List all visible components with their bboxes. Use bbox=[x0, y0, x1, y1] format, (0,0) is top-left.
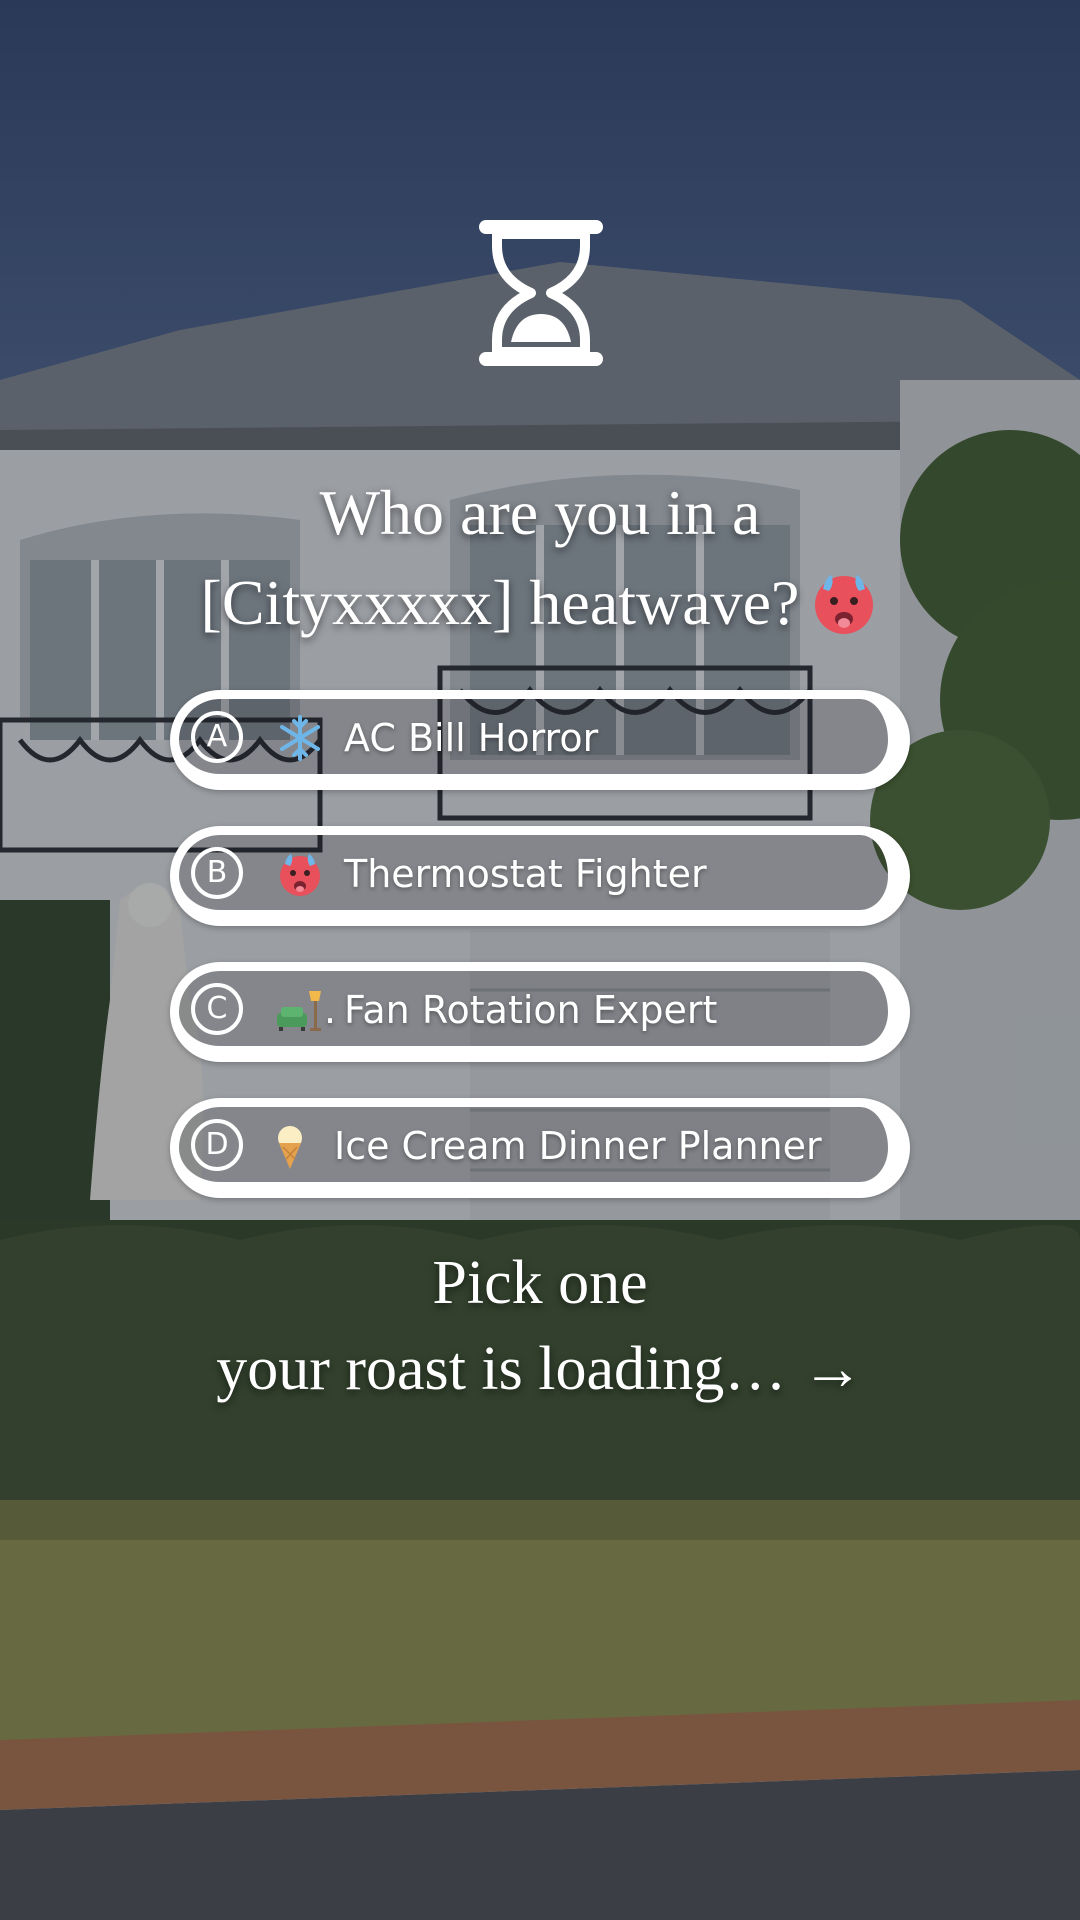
option-c-label: Fan Rotation Expert bbox=[344, 988, 718, 1032]
snowflake-icon bbox=[280, 715, 320, 761]
hourglass-icon bbox=[475, 218, 607, 368]
option-c-button[interactable]: C . Fan Rotation Expert bbox=[170, 962, 910, 1062]
option-a-label: AC Bill Horror bbox=[344, 716, 599, 760]
option-letter-d: D bbox=[191, 1119, 243, 1171]
ice-cream-icon bbox=[278, 1126, 302, 1169]
hot-face-icon bbox=[815, 575, 874, 635]
option-d-label: Ice Cream Dinner Planner bbox=[334, 1124, 822, 1168]
cta-line-2: your roast is loading… → bbox=[216, 1335, 864, 1403]
option-letter-c: C bbox=[191, 983, 243, 1035]
option-d-button[interactable]: D Ice Cream Dinner Planner bbox=[170, 1098, 910, 1198]
question-line-2-text: [Cityxxxxx] heatwave? bbox=[200, 567, 800, 638]
option-letter-b: B bbox=[191, 847, 243, 899]
couch-and-lamp-icon bbox=[277, 991, 321, 1031]
option-a-button[interactable]: A AC Bill Horror bbox=[170, 690, 910, 790]
option-c-emoji-suffix: . bbox=[324, 988, 337, 1032]
question-line-1: Who are you in a bbox=[319, 477, 761, 548]
option-letter-a: A bbox=[191, 711, 243, 763]
option-b-label: Thermostat Fighter bbox=[344, 852, 707, 896]
question-heading: Who are you in a [Cityxxxxx] heatwave? bbox=[0, 468, 1080, 648]
call-to-action: Pick one your roast is loading… → bbox=[0, 1240, 1080, 1412]
option-b-button[interactable]: B Thermostat Fighter bbox=[170, 826, 910, 926]
hot-face-icon bbox=[280, 854, 320, 896]
question-line-2: [Cityxxxxx] heatwave? bbox=[0, 558, 1080, 648]
cta-line-1: Pick one bbox=[432, 1249, 648, 1317]
